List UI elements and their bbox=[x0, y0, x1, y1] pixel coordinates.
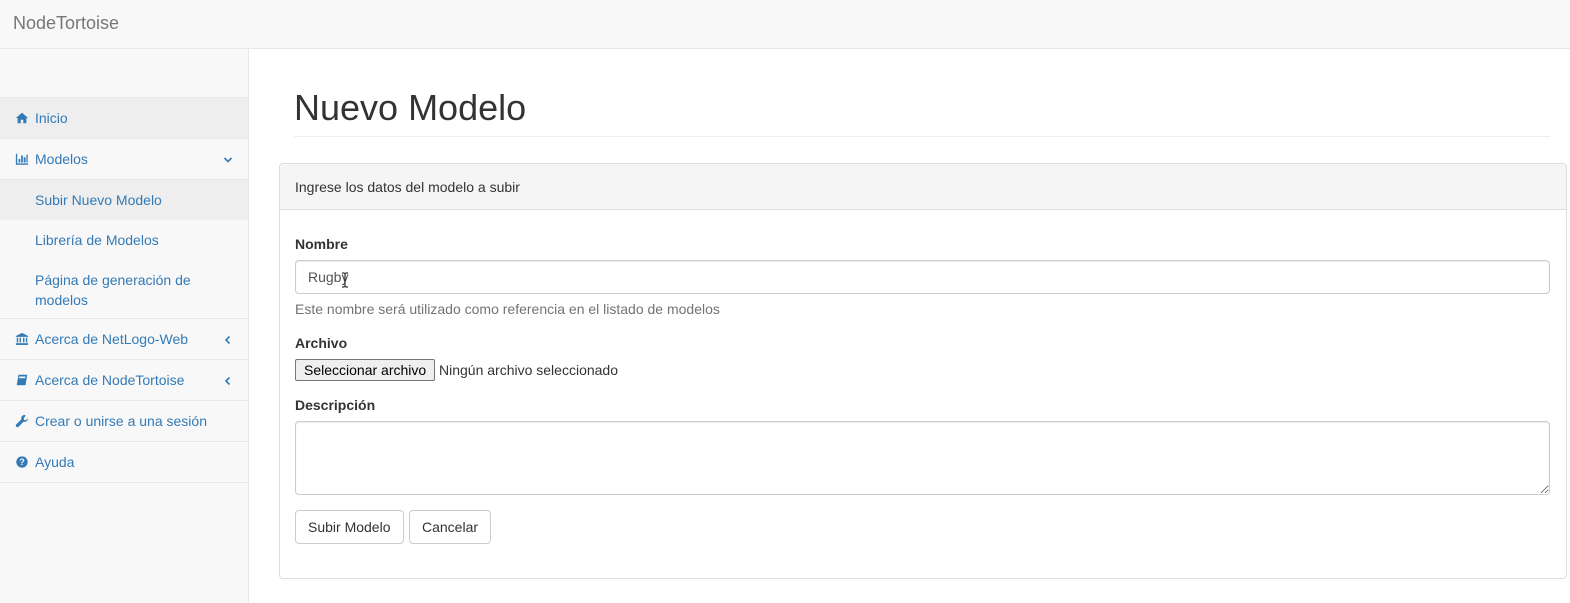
chevron-left-icon bbox=[223, 332, 233, 345]
file-label: Archivo bbox=[295, 335, 348, 351]
home-icon bbox=[15, 111, 29, 125]
name-input[interactable] bbox=[295, 260, 1550, 294]
sidebar-item-acerca-nodetortoise[interactable]: Acerca de NodeTortoise bbox=[0, 360, 248, 401]
chevron-left-icon bbox=[223, 373, 233, 386]
book-icon bbox=[15, 373, 29, 387]
description-textarea[interactable] bbox=[295, 421, 1550, 495]
cancel-button[interactable]: Cancelar bbox=[409, 510, 492, 544]
svg-text:?: ? bbox=[19, 457, 24, 467]
sidebar-item-label: Acerca de NetLogo-Web bbox=[35, 331, 189, 347]
choose-file-button[interactable]: Seleccionar archivo bbox=[295, 359, 436, 381]
text-cursor-icon bbox=[342, 272, 348, 288]
description-label: Descripción bbox=[295, 397, 376, 413]
sidebar-item-label: Ayuda bbox=[35, 454, 75, 470]
sidebar-spacer bbox=[0, 49, 248, 98]
file-status-text: Ningún archivo seleccionado bbox=[439, 362, 618, 378]
page-title: Nuevo Modelo bbox=[294, 87, 527, 128]
sidebar-subitem-label: Página de generación de modelos bbox=[35, 272, 191, 308]
submit-model-button[interactable]: Subir Modelo bbox=[295, 510, 404, 544]
sidebar-subitem-label: Librería de Modelos bbox=[35, 232, 159, 248]
panel-heading: Ingrese los datos del modelo a subir bbox=[280, 164, 1566, 210]
wrench-icon bbox=[15, 414, 29, 428]
sidebar-subnav-modelos: Subir Nuevo Modelo Librería de Modelos P… bbox=[0, 180, 248, 319]
sidebar-item-crear-sesion[interactable]: Crear o unirse a una sesión bbox=[0, 401, 248, 442]
sidebar-item-ayuda[interactable]: ? Ayuda bbox=[0, 442, 248, 483]
name-help-text: Este nombre será utilizado como referenc… bbox=[295, 301, 720, 317]
title-divider bbox=[294, 136, 1550, 137]
sidebar-item-label: Crear o unirse a una sesión bbox=[35, 413, 207, 429]
main-content: Nuevo Modelo Ingrese los datos del model… bbox=[249, 49, 1570, 603]
sidebar-subitem-pagina-generacion[interactable]: Página de generación de modelos bbox=[0, 260, 248, 318]
name-label: Nombre bbox=[295, 236, 348, 252]
sidebar-subitem-label: Subir Nuevo Modelo bbox=[35, 192, 162, 208]
chevron-down-icon bbox=[223, 152, 233, 163]
sidebar-item-inicio[interactable]: Inicio bbox=[0, 98, 248, 139]
sidebar-item-label: Acerca de NodeTortoise bbox=[35, 372, 185, 388]
sidebar-item-label: Inicio bbox=[35, 110, 68, 126]
sidebar-subitem-libreria-de-modelos[interactable]: Librería de Modelos bbox=[0, 220, 248, 260]
bar-chart-icon bbox=[15, 152, 29, 166]
sidebar-item-modelos[interactable]: Modelos bbox=[0, 139, 248, 180]
sidebar: Inicio Modelos Subir Nuevo Modelo Librer… bbox=[0, 49, 249, 603]
sidebar-item-acerca-netlogo-web[interactable]: Acerca de NetLogo-Web bbox=[0, 319, 248, 360]
brand-link[interactable]: NodeTortoise bbox=[13, 13, 119, 34]
question-circle-icon: ? bbox=[15, 455, 29, 469]
bank-icon bbox=[15, 332, 29, 346]
top-navbar: NodeTortoise bbox=[0, 0, 1570, 49]
upload-panel: Ingrese los datos del modelo a subir Nom… bbox=[279, 163, 1567, 579]
sidebar-subitem-subir-nuevo-modelo[interactable]: Subir Nuevo Modelo bbox=[0, 180, 248, 220]
sidebar-item-label: Modelos bbox=[35, 151, 88, 167]
